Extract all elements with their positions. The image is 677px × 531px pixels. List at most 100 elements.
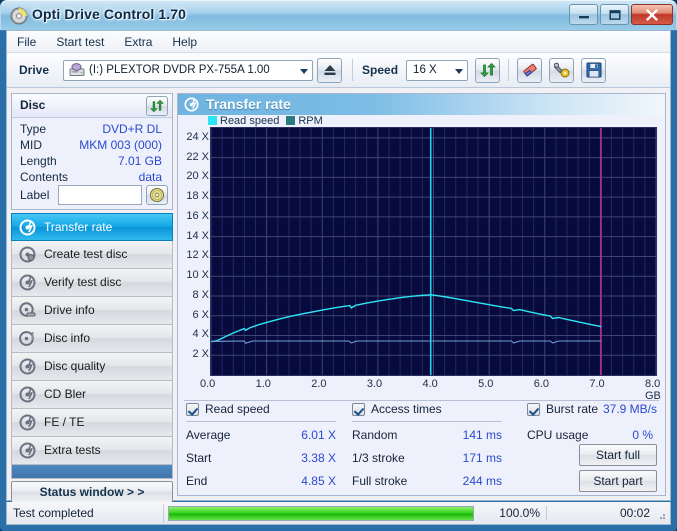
value-random: 141 ms <box>462 428 502 442</box>
refresh-button[interactable] <box>475 57 501 83</box>
access-times-label: Access times <box>371 402 442 416</box>
disc-value-mid: MKM 003 (000) <box>79 138 162 152</box>
nav-item-disc-info[interactable]: Disc info <box>11 325 173 353</box>
disc-icon <box>149 187 165 203</box>
progress-fill <box>169 506 473 520</box>
speed-label: Speed <box>362 63 399 77</box>
save-icon <box>586 62 602 78</box>
disc-row-type: Type DVD+R DL <box>20 122 166 138</box>
disc-test-icon <box>19 302 36 319</box>
chevron-down-icon <box>300 68 309 74</box>
results-burst-rate: Burst rate 37.9 MB/s CPU usage 0 % Start… <box>527 401 657 492</box>
nav-item-cd-bler[interactable]: CD Bler <box>11 381 173 409</box>
menu-extra[interactable]: Extra <box>114 33 162 51</box>
value-start: 3.38 X <box>301 451 336 465</box>
x-tick-label: 0.0 <box>200 378 216 390</box>
disc-key-mid: MID <box>20 138 42 152</box>
drive-value: (I:) PLEXTOR DVDR PX-755A 1.00 <box>89 64 270 76</box>
eraser-button[interactable] <box>517 57 543 83</box>
tools-button[interactable] <box>549 57 575 83</box>
drive-select[interactable]: (I:) PLEXTOR DVDR PX-755A 1.00 <box>63 59 314 81</box>
menu-file[interactable]: File <box>7 33 46 51</box>
menu-start-test[interactable]: Start test <box>46 33 114 51</box>
panel-header: Transfer rate <box>178 94 665 115</box>
refresh-icon <box>150 99 164 113</box>
close-button[interactable] <box>631 4 673 25</box>
disc-label-input[interactable] <box>58 185 142 205</box>
key-start: Start <box>186 451 212 465</box>
minimize-button[interactable] <box>569 4 598 25</box>
nav-item-extra-tests[interactable]: Extra tests <box>11 437 173 465</box>
chart-y-axis: 24 X 22 X 20 X 18 X 16 X 14 X 12 X 10 X 8 X 6 X 4 … <box>178 127 209 376</box>
disc-test-icon <box>19 274 36 291</box>
status-window-button[interactable]: Status window > > <box>11 481 173 503</box>
row-end: End 4.85 X <box>186 471 336 494</box>
eject-button[interactable] <box>317 57 343 83</box>
key-cpu-usage: CPU usage <box>527 428 589 442</box>
resize-grip-icon[interactable] <box>655 509 667 521</box>
key-end: End <box>186 474 208 488</box>
disc-key-length: Length <box>20 154 57 168</box>
panel-title: Transfer rate <box>206 96 291 112</box>
burst-rate-checkbox[interactable] <box>527 403 540 416</box>
legend-swatch-rpm <box>286 116 296 125</box>
refresh-icon <box>479 63 496 77</box>
x-tick-label: 4.0 <box>422 378 438 390</box>
legend-label-read-speed: Read speed <box>220 115 280 127</box>
divider <box>352 421 502 422</box>
value-cpu-usage: 0 % <box>632 428 653 442</box>
x-tick-label: 3.0 <box>366 378 383 390</box>
window-title: Opti Drive Control 1.70 <box>32 6 186 22</box>
y-tick-label: 16 X <box>186 209 209 222</box>
nav-label-create-test-disc: Create test disc <box>44 247 128 261</box>
row-average: Average 6.01 X <box>186 425 336 448</box>
disc-test-icon <box>19 386 36 403</box>
disc-value-contents: data <box>138 170 162 184</box>
eject-icon <box>324 65 336 75</box>
disc-label-button[interactable] <box>146 185 168 205</box>
read-speed-checkbox[interactable] <box>186 403 199 416</box>
nav-label-disc-quality: Disc quality <box>44 359 106 373</box>
disc-test-icon <box>19 219 36 236</box>
eraser-icon <box>522 63 537 77</box>
disc-refresh-button[interactable] <box>146 96 168 116</box>
divider <box>186 421 336 422</box>
x-tick-label: 6.0 <box>533 378 550 390</box>
nav-item-disc-quality[interactable]: Disc quality <box>11 353 173 381</box>
nav-item-fe-te[interactable]: FE / TE <box>11 409 173 437</box>
value-average: 6.01 X <box>301 428 336 442</box>
y-tick-label: 24 X <box>186 130 209 143</box>
start-full-button[interactable]: Start full <box>579 444 657 466</box>
start-part-button[interactable]: Start part <box>579 470 657 492</box>
results-access-times: Access times Random 141 ms 1/3 stroke 17… <box>352 401 502 494</box>
nav-label-drive-info: Drive info <box>44 303 95 317</box>
maximize-button[interactable] <box>600 4 629 25</box>
save-button[interactable] <box>581 57 607 83</box>
read-speed-label: Read speed <box>205 402 270 416</box>
chart-plot-area[interactable] <box>210 127 657 376</box>
title-bar: Opti Drive Control 1.70 <box>0 0 677 30</box>
nav-label-disc-info: Disc info <box>44 331 91 345</box>
nav-label-extra-tests: Extra tests <box>44 443 101 457</box>
value-end: 4.85 X <box>301 474 336 488</box>
key-average: Average <box>186 428 231 442</box>
disc-label-row: Label <box>20 185 170 206</box>
speed-select[interactable]: 16 X <box>406 59 469 81</box>
nav-item-create-test-disc[interactable]: Create test disc <box>11 241 173 269</box>
disc-key-contents: Contents <box>20 170 69 184</box>
nav-item-drive-info[interactable]: Drive info <box>11 297 173 325</box>
access-times-checkbox[interactable] <box>352 403 365 416</box>
status-bar: Test completed 100.0% 00:02 <box>6 502 671 525</box>
nav-item-verify-test-disc[interactable]: Verify test disc <box>11 269 173 297</box>
disc-info-header: Disc <box>12 94 172 118</box>
menu-help[interactable]: Help <box>162 33 207 51</box>
access-times-header: Access times <box>352 401 502 420</box>
tools-icon <box>553 62 570 78</box>
value-third-stroke: 171 ms <box>462 451 502 465</box>
elapsed-time-label: 00:02 <box>619 506 650 520</box>
nav-label-verify-test-disc: Verify test disc <box>44 275 122 289</box>
burst-rate-label: Burst rate <box>546 402 599 416</box>
nav-item-transfer-rate[interactable]: Transfer rate <box>11 213 173 241</box>
disc-test-icon <box>19 442 36 459</box>
disc-row-mid: MID MKM 003 (000) <box>20 138 166 154</box>
